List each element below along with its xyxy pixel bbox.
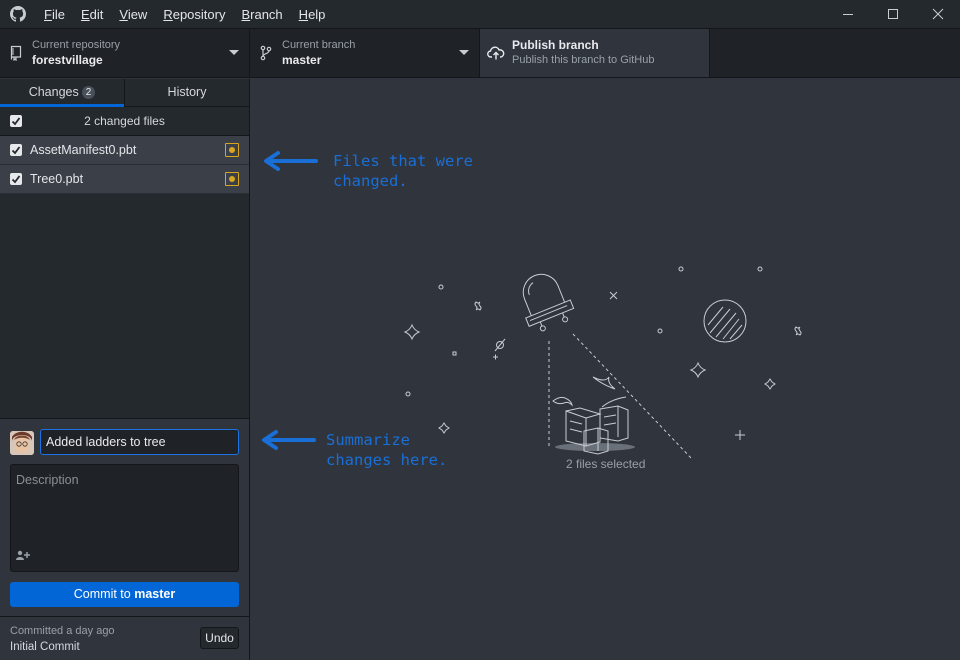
commit-description-input[interactable]: Description [10,464,239,572]
sparkle [403,323,421,341]
minimize-icon [842,14,853,15]
tab-changes[interactable]: Changes 2 [0,79,124,107]
sidebar: Changes 2 History 2 changed files AssetMa… [0,79,250,660]
last-commit-panel: Committed a day ago Initial Commit Undo [0,616,249,660]
repository-label: Current repository [32,39,121,51]
star-dot [757,266,763,272]
undo-button[interactable]: Undo [200,627,239,649]
commit-button[interactable]: Commit to master [10,582,239,607]
space-telescope-illustration [403,266,802,460]
menu-repository[interactable]: Repository [155,0,233,28]
annotation-files-changed: Files that were changed. [333,152,473,190]
sparkle [794,326,802,336]
file-modified-icon [225,172,239,186]
repository-name: forestvillage [32,53,103,67]
publish-branch-title: Publish branch [512,38,599,52]
repo-icon [0,45,32,61]
github-octocat-icon [0,0,36,28]
caret-down-icon [459,50,469,55]
plus-star [493,354,498,360]
toolbar: Current repository forestvillage Current… [0,28,960,78]
user-avatar [10,431,34,455]
sparkle [764,378,776,390]
add-coauthor-icon[interactable] [16,549,30,563]
minimize-button[interactable] [825,0,870,28]
menu-edit[interactable]: Edit [73,0,111,28]
changes-count-badge: 2 [81,86,96,99]
file-name: AssetManifest0.pbt [30,143,137,157]
arrow-left-icon [262,430,316,450]
file-checkbox[interactable] [10,173,22,185]
checkmark-icon [11,175,21,184]
commit-summary-input[interactable]: Added ladders to tree [40,429,239,455]
last-commit-time: Committed a day ago [10,625,115,637]
cloud-upload-icon [480,46,512,60]
publish-branch-description: Publish this branch to GitHub [512,54,655,66]
menu-branch[interactable]: Branch [233,0,290,28]
files-selected-label: 2 files selected [566,457,646,471]
maximize-icon [887,9,898,19]
sparkle [438,422,450,434]
plus-star [735,430,745,440]
repository-selector[interactable]: Current repository forestvillage [0,29,250,77]
description-placeholder: Description [16,473,79,487]
file-list-item[interactable]: Tree0.pbt [0,165,249,194]
star-dot [678,266,684,272]
tab-history[interactable]: History [124,79,249,106]
star-dot [657,328,663,334]
branch-name: master [282,53,322,67]
arrow-left-icon [264,151,318,171]
cross-star [609,291,618,300]
branch-selector[interactable]: Current branch master [250,29,480,77]
star-dot [405,391,411,397]
menu-file[interactable]: File [36,0,73,28]
window-controls [825,0,960,28]
git-branch-icon [250,45,282,61]
menu-view[interactable]: View [111,0,155,28]
last-commit-message: Initial Commit [10,641,80,653]
file-list-item[interactable]: AssetManifest0.pbt [0,136,249,165]
caret-down-icon [229,50,239,55]
sparkle [474,301,482,311]
commit-form: Added ladders to tree Description Commit… [0,418,249,616]
file-name: Tree0.pbt [30,172,84,186]
changed-files-header: 2 changed files [0,107,249,136]
star-dot [438,284,444,290]
checkmark-icon [11,117,21,126]
maximize-button[interactable] [870,0,915,28]
main-panel: Files that were changed. Summarize chang… [250,79,960,660]
publish-branch-button[interactable]: Publish branch Publish this branch to Gi… [480,29,710,77]
checkmark-icon [11,146,21,155]
changed-files-count: 2 changed files [84,114,165,128]
close-icon [932,8,943,20]
file-modified-icon [225,143,239,157]
star-dot [452,351,457,356]
file-checkbox[interactable] [10,144,22,156]
menu-help[interactable]: Help [291,0,334,28]
sparkle [689,361,707,379]
sidebar-tabs: Changes 2 History [0,79,249,107]
close-button[interactable] [915,0,960,28]
branch-label: Current branch [282,39,356,51]
title-bar: File Edit View Repository Branch Help [0,0,960,28]
select-all-checkbox[interactable] [10,115,22,127]
